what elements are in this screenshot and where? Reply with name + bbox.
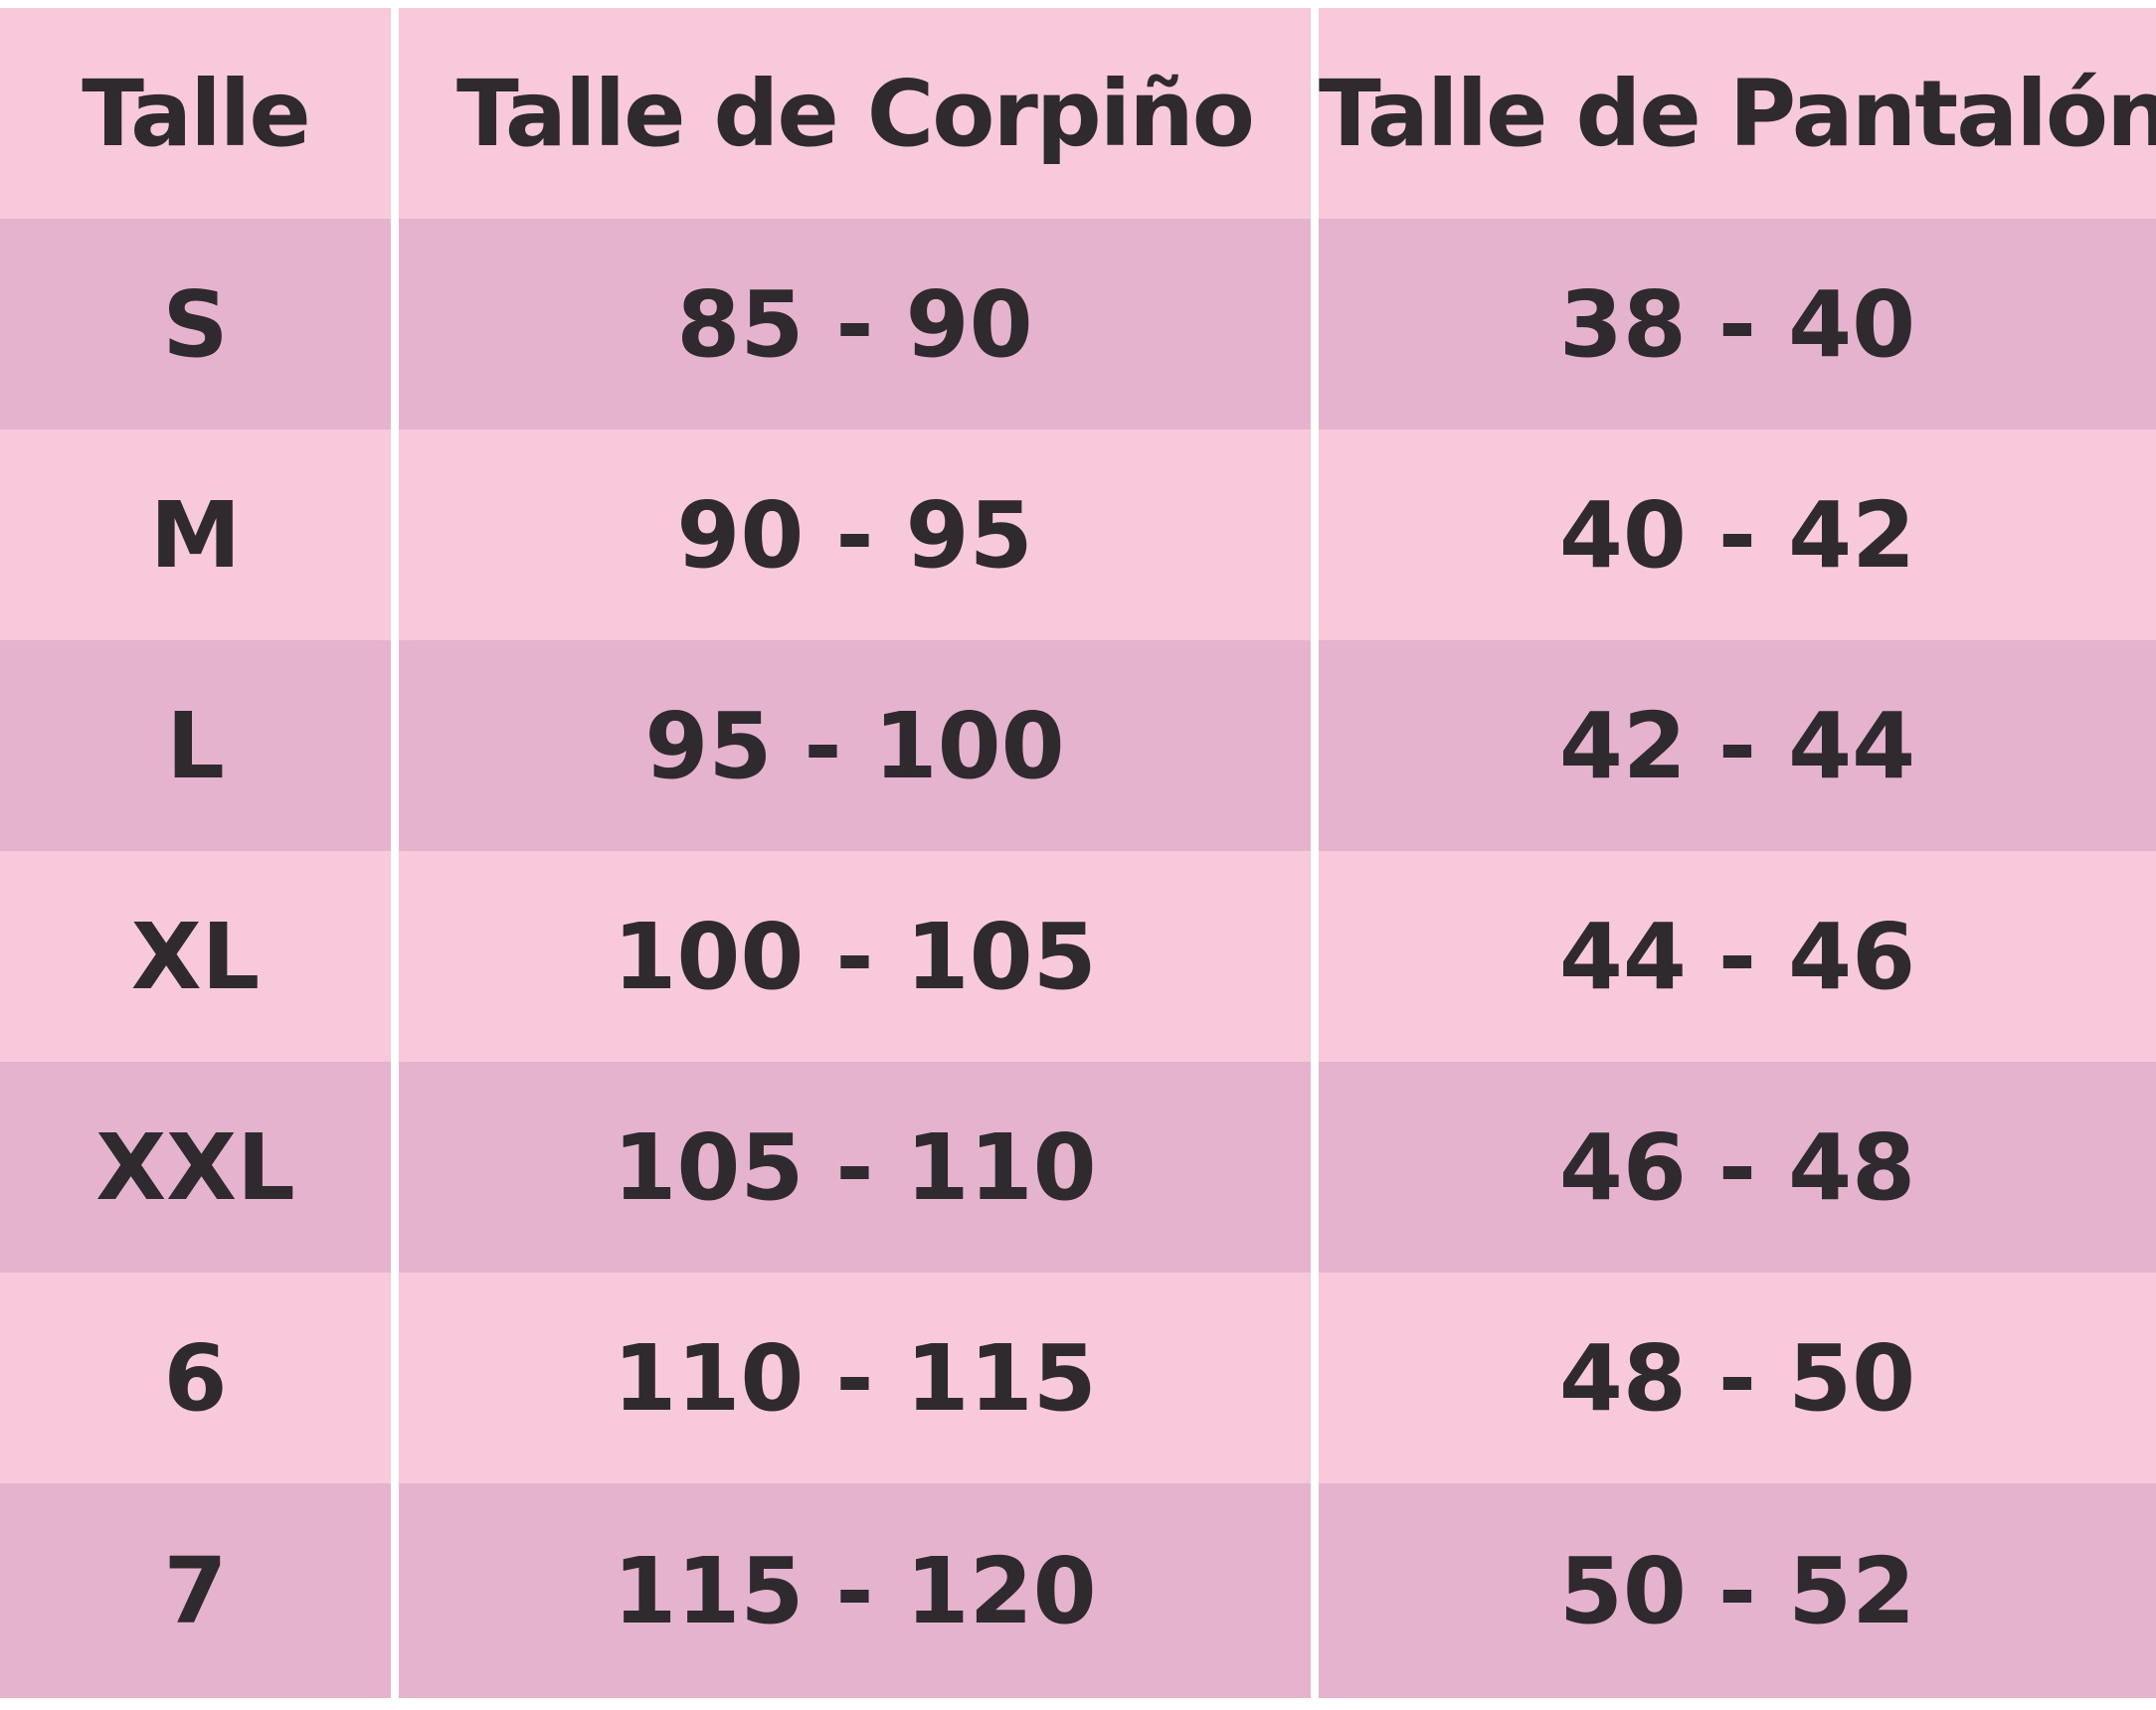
size-cell: 7 [0, 1483, 391, 1698]
bra-size-cell: 105 - 110 [391, 1062, 1311, 1273]
table-row: M 90 - 95 40 - 42 [0, 429, 2156, 640]
pant-size-cell: 38 - 40 [1311, 219, 2156, 429]
bra-size-cell: 85 - 90 [391, 219, 1311, 429]
table-row: S 85 - 90 38 - 40 [0, 219, 2156, 429]
size-cell: L [0, 640, 391, 851]
header-pant-size: Talle de Pantalón [1311, 8, 2156, 219]
pant-size-cell: 42 - 44 [1311, 640, 2156, 851]
size-cell: XXL [0, 1062, 391, 1273]
table-header-row: Talle Talle de Corpiño Talle de Pantalón [0, 8, 2156, 219]
pant-size-cell: 40 - 42 [1311, 429, 2156, 640]
bra-size-cell: 95 - 100 [391, 640, 1311, 851]
table-row: XXL 105 - 110 46 - 48 [0, 1062, 2156, 1273]
size-cell: XL [0, 851, 391, 1062]
bra-size-cell: 115 - 120 [391, 1483, 1311, 1698]
size-cell: M [0, 429, 391, 640]
bra-size-cell: 110 - 115 [391, 1273, 1311, 1483]
pant-size-cell: 44 - 46 [1311, 851, 2156, 1062]
header-size: Talle [0, 8, 391, 219]
table-row: 7 115 - 120 50 - 52 [0, 1483, 2156, 1698]
size-chart-table: Talle Talle de Corpiño Talle de Pantalón… [0, 8, 2156, 1698]
table-row: L 95 - 100 42 - 44 [0, 640, 2156, 851]
bra-size-cell: 100 - 105 [391, 851, 1311, 1062]
table-row: 6 110 - 115 48 - 50 [0, 1273, 2156, 1483]
header-bra-size: Talle de Corpiño [391, 8, 1311, 219]
pant-size-cell: 46 - 48 [1311, 1062, 2156, 1273]
size-cell: 6 [0, 1273, 391, 1483]
pant-size-cell: 50 - 52 [1311, 1483, 2156, 1698]
size-cell: S [0, 219, 391, 429]
pant-size-cell: 48 - 50 [1311, 1273, 2156, 1483]
bra-size-cell: 90 - 95 [391, 429, 1311, 640]
table-row: XL 100 - 105 44 - 46 [0, 851, 2156, 1062]
